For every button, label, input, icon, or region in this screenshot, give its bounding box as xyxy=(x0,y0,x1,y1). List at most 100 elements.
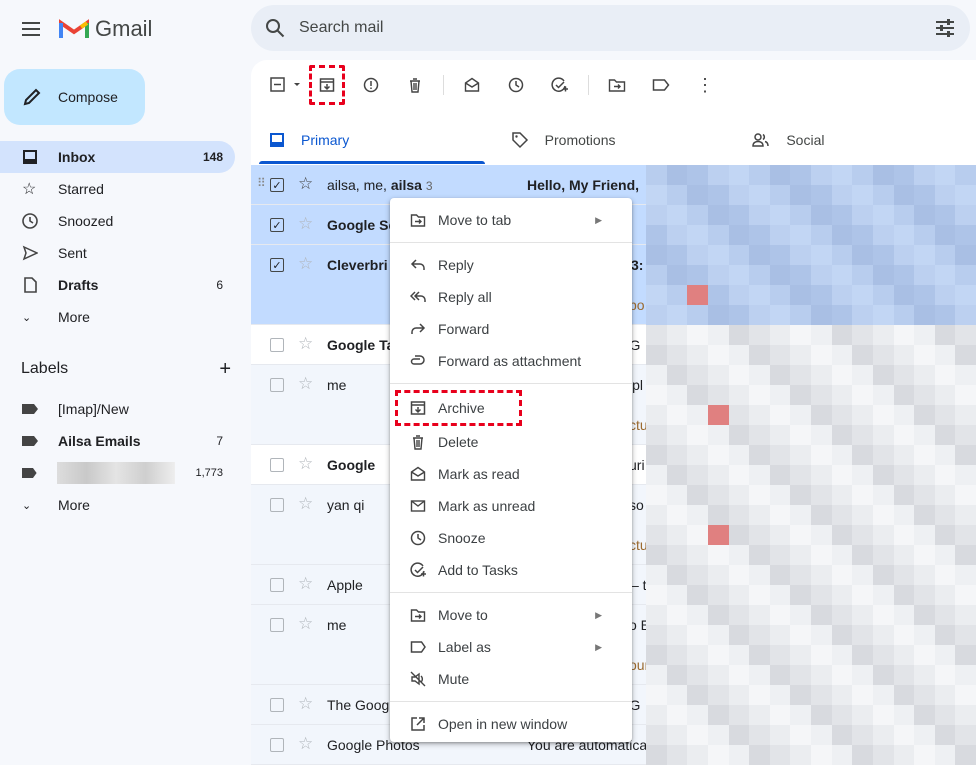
sidebar-item-inbox[interactable]: Inbox 148 xyxy=(0,141,235,173)
more-options-icon[interactable]: ⋮ xyxy=(683,70,727,100)
star-icon[interactable]: ☆ xyxy=(298,174,313,194)
tab-promotions[interactable]: Promotions xyxy=(493,116,735,164)
select-all-checkbox[interactable] xyxy=(265,70,305,100)
star-icon[interactable]: ☆ xyxy=(298,614,313,634)
star-icon[interactable]: ☆ xyxy=(298,734,313,754)
star-icon[interactable]: ☆ xyxy=(298,574,313,594)
redaction-block xyxy=(852,265,873,285)
sender: yan qi xyxy=(327,497,365,513)
label-item[interactable]: [Imap]/New xyxy=(0,393,235,425)
star-icon[interactable]: ☆ xyxy=(298,494,313,514)
menu-item-snooze[interactable]: Snooze xyxy=(390,522,632,554)
redaction-block xyxy=(831,485,853,505)
search-icon[interactable] xyxy=(265,18,285,38)
gmail-logo[interactable]: Gmail xyxy=(59,16,152,42)
compose-button[interactable]: Compose xyxy=(4,69,145,125)
row-checkbox[interactable]: ✓ xyxy=(270,258,284,272)
row-checkbox[interactable] xyxy=(270,698,284,712)
menu-item-delete[interactable]: Delete xyxy=(390,426,632,458)
report-spam-icon[interactable] xyxy=(349,70,393,100)
menu-item-move-to[interactable]: Move to ▶ xyxy=(390,599,632,631)
redaction-block xyxy=(707,325,729,345)
redaction-block xyxy=(790,605,811,625)
menu-item-add-to-tasks[interactable]: Add to Tasks xyxy=(390,554,632,586)
archive-button[interactable] xyxy=(309,65,345,105)
move-to-icon[interactable] xyxy=(595,70,639,100)
label-item[interactable]: Ailsa Emails 7 xyxy=(0,425,235,457)
redaction-block xyxy=(687,185,708,205)
search-bar[interactable]: Search mail xyxy=(251,5,970,51)
row-checkbox[interactable] xyxy=(270,738,284,752)
drag-handle-icon[interactable]: ⠿ xyxy=(257,176,266,190)
add-to-tasks-icon[interactable] xyxy=(538,70,582,100)
row-checkbox[interactable] xyxy=(270,618,284,632)
filter-options-icon[interactable] xyxy=(934,18,956,38)
redaction-block xyxy=(666,705,688,725)
menu-item-reply[interactable]: Reply xyxy=(390,249,632,281)
snooze-icon[interactable] xyxy=(494,70,538,100)
redaction-block xyxy=(790,445,811,465)
row-checkbox[interactable]: ✓ xyxy=(270,218,284,232)
redaction-block xyxy=(852,685,873,705)
menu-item-mark-as-read[interactable]: Mark as read xyxy=(390,458,632,490)
row-checkbox[interactable]: ✓ xyxy=(270,178,284,192)
add-label-icon[interactable]: + xyxy=(219,359,231,379)
star-icon[interactable]: ☆ xyxy=(298,694,313,714)
sidebar-item-starred[interactable]: ☆ Starred xyxy=(0,173,235,205)
tab-social[interactable]: Social xyxy=(734,116,976,164)
delete-icon[interactable] xyxy=(393,70,437,100)
row-checkbox[interactable] xyxy=(270,378,284,392)
labels-more[interactable]: ⌄ More xyxy=(0,489,235,521)
menu-item-open-in-new-window[interactable]: Open in new window xyxy=(390,708,632,740)
redaction-block xyxy=(914,305,935,325)
label-item[interactable]: 1,773 xyxy=(0,457,235,489)
label-name: [Imap]/New xyxy=(58,401,129,417)
redaction-block xyxy=(893,285,915,305)
row-checkbox[interactable] xyxy=(270,338,284,352)
redaction-block xyxy=(687,625,708,645)
sidebar-item-sent[interactable]: Sent xyxy=(0,237,235,269)
menu-item-move-to-tab[interactable]: Move to tab ▶ xyxy=(390,204,632,236)
redaction-block xyxy=(790,745,811,765)
redaction-block xyxy=(955,325,976,345)
label-as-icon[interactable] xyxy=(639,70,683,100)
row-checkbox[interactable] xyxy=(270,578,284,592)
redaction-block xyxy=(646,605,667,625)
star-icon[interactable]: ☆ xyxy=(298,374,313,394)
redaction-block xyxy=(646,445,667,465)
redaction-block xyxy=(790,725,811,745)
main-menu-icon[interactable] xyxy=(20,18,42,40)
redaction-block xyxy=(769,705,791,725)
menu-item-mute[interactable]: Mute xyxy=(390,663,632,695)
sidebar-item-more[interactable]: ⌄ More xyxy=(0,301,235,333)
menu-item-forward-as-attachment[interactable]: Forward as attachment xyxy=(390,345,632,377)
redaction-block xyxy=(749,445,770,465)
redaction-block xyxy=(666,725,688,745)
star-icon[interactable]: ☆ xyxy=(298,214,313,234)
tab-primary[interactable]: Primary xyxy=(251,116,493,164)
redaction-block xyxy=(831,205,853,225)
label-name: Ailsa Emails xyxy=(58,433,141,449)
archive-icon xyxy=(319,78,335,92)
mark-as-read-icon[interactable] xyxy=(450,70,494,100)
row-checkbox[interactable] xyxy=(270,498,284,512)
subject: Hello, My Friend, xyxy=(527,177,640,193)
sidebar-item-snoozed[interactable]: Snoozed xyxy=(0,205,235,237)
search-input[interactable]: Search mail xyxy=(299,19,920,37)
redaction-block xyxy=(893,185,915,205)
redaction-block xyxy=(811,185,832,205)
star-icon[interactable]: ☆ xyxy=(298,334,313,354)
menu-item-mark-as-unread[interactable]: Mark as unread xyxy=(390,490,632,522)
redaction-block xyxy=(914,485,935,505)
menu-item-archive[interactable]: Archive xyxy=(395,390,522,426)
sidebar-item-drafts[interactable]: Drafts 6 xyxy=(0,269,235,301)
menu-item-reply-all[interactable]: Reply all xyxy=(390,281,632,313)
menu-item-label-as[interactable]: Label as ▶ xyxy=(390,631,632,663)
redaction-block xyxy=(769,505,791,525)
star-icon[interactable]: ☆ xyxy=(298,254,313,274)
redaction-block xyxy=(769,725,791,745)
row-checkbox[interactable] xyxy=(270,458,284,472)
redaction-block xyxy=(872,725,894,745)
star-icon[interactable]: ☆ xyxy=(298,454,313,474)
menu-item-forward[interactable]: Forward xyxy=(390,313,632,345)
